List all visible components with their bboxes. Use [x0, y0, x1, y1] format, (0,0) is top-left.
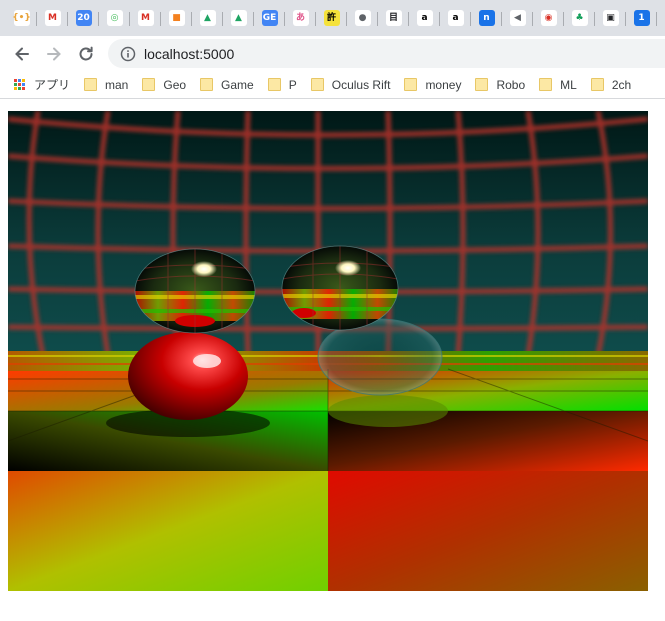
back-button[interactable] [6, 38, 38, 70]
glass-sphere-shadow [328, 395, 448, 427]
speaker-icon: ◀ [509, 10, 526, 26]
pinned-tab[interactable]: ◎ [99, 3, 130, 33]
pinned-tab[interactable]: あ [285, 3, 316, 33]
pinned-tab[interactable]: n [471, 3, 502, 33]
address-text: localhost:5000 [144, 45, 235, 62]
right-sphere-specular [335, 260, 361, 276]
pinned-tab[interactable]: {•} [6, 3, 37, 33]
globe-icon: ● [354, 10, 371, 26]
reload-icon [79, 46, 93, 60]
pinned-tab[interactable]: ◉ [533, 3, 564, 33]
raytrace-canvas[interactable] [8, 111, 648, 591]
bookmark-label: Geo [163, 77, 187, 92]
forward-arrow-icon [47, 47, 61, 60]
record-icon: ◉ [540, 10, 557, 26]
pinned-tab[interactable]: M [130, 3, 161, 33]
bookmark-label: ML [560, 77, 577, 92]
bookmark-label: 2ch [611, 77, 632, 92]
pinned-tab[interactable]: ● [347, 3, 378, 33]
calendar-icon: 20 [75, 10, 92, 26]
tv-icon: ▣ [602, 10, 619, 26]
bookmark-folder[interactable]: Geo [136, 73, 194, 97]
folder-icon [84, 78, 98, 91]
red-sphere-highlight [193, 354, 221, 368]
address-bar[interactable]: localhost:5000 [108, 39, 665, 68]
bookmark-folder[interactable]: P [262, 73, 305, 97]
folder-icon [404, 78, 418, 91]
bookmark-label: P [288, 77, 297, 92]
bookmark-label: Robo [496, 77, 526, 92]
pinned-tab[interactable]: a [440, 3, 471, 33]
pinned-tab[interactable]: 20 [68, 3, 99, 33]
pinned-tab[interactable]: 1 [626, 3, 657, 33]
folder-icon [539, 78, 553, 91]
red-sphere [128, 332, 248, 420]
n-icon: n [478, 10, 495, 26]
folder-icon [200, 78, 214, 91]
gmail-icon: M [44, 10, 61, 26]
pinned-tab[interactable]: 許 [316, 3, 347, 33]
bookmark-folder[interactable]: Robo [469, 73, 533, 97]
bookmark-folder[interactable]: man [78, 73, 136, 97]
pinned-tab[interactable]: ▲ [223, 3, 254, 33]
pinned-tab[interactable]: ◀ [502, 3, 533, 33]
page-viewport [0, 100, 665, 621]
pinned-tab[interactable]: 目 [378, 3, 409, 33]
amazon-icon: a [447, 10, 464, 26]
folder-icon [142, 78, 156, 91]
folder-icon [475, 78, 489, 91]
drive-icon: ▲ [199, 10, 216, 26]
bookmark-label: Oculus Rift [331, 77, 391, 92]
bookmarks-bar: アプリ man Geo Game P Oculus Rift money Robo ML 2ch [0, 71, 665, 99]
bookmark-folder[interactable]: money [398, 73, 469, 97]
bookmark-label: man [105, 77, 129, 92]
folder-icon [590, 78, 604, 91]
tab-strip: {•} M 20 ◎ M ■ ▲ ▲ GE あ許 ● 目 a a n ◀ ◉ ♣ ▣ 1 [0, 0, 665, 36]
pinned-tab[interactable]: ♣ [564, 3, 595, 33]
bookmark-folder[interactable]: 2ch [585, 73, 639, 97]
pinned-tab[interactable]: ■ [161, 3, 192, 33]
back-arrow-icon [15, 47, 29, 60]
pinned-tab[interactable]: GE [254, 3, 285, 33]
pinned-tab[interactable]: M [37, 3, 68, 33]
left-sphere-specular [191, 261, 217, 277]
folder-icon [310, 78, 324, 91]
pinned-tab[interactable]: ▣ [595, 3, 626, 33]
tree-icon: ♣ [571, 10, 588, 26]
sheets-icon: GE [261, 10, 278, 26]
info-icon[interactable] [120, 46, 136, 62]
gmail-icon: M [137, 10, 154, 26]
forward-button[interactable] [38, 38, 70, 70]
bookmark-folder[interactable]: Game [194, 73, 262, 97]
apps-grid-icon [14, 78, 26, 91]
kanji-icon: 許 [323, 10, 340, 26]
package-icon: ■ [168, 10, 185, 26]
glass-sphere [317, 318, 443, 396]
bookmark-apps[interactable]: アプリ [14, 73, 78, 97]
brackets-icon: {•} [12, 10, 31, 26]
bookmark-folder[interactable]: ML [533, 73, 585, 97]
drive-icon: ▲ [230, 10, 247, 26]
pink-glyph-icon: あ [292, 10, 309, 26]
green-circle-icon: ◎ [106, 10, 123, 26]
browser-toolbar: localhost:5000 [0, 36, 665, 71]
bookmark-label: Game [221, 77, 254, 92]
amazon-icon: a [416, 10, 433, 26]
bookmark-folder[interactable]: Oculus Rift [305, 73, 399, 97]
pinned-tab[interactable]: a [409, 3, 440, 33]
bookmark-folders: man Geo Game P Oculus Rift money Robo ML 2ch [78, 73, 639, 97]
floor-tile-near-right [328, 471, 648, 591]
folder-icon [267, 78, 281, 91]
notebook-icon: 目 [385, 10, 402, 26]
pinned-tab[interactable]: ▲ [192, 3, 223, 33]
bookmark-apps-label: アプリ [34, 78, 71, 92]
blue-tab-icon: 1 [633, 10, 650, 26]
bookmark-label: money [425, 77, 462, 92]
floor-tile-near-left [8, 471, 328, 591]
reload-button[interactable] [70, 38, 102, 70]
